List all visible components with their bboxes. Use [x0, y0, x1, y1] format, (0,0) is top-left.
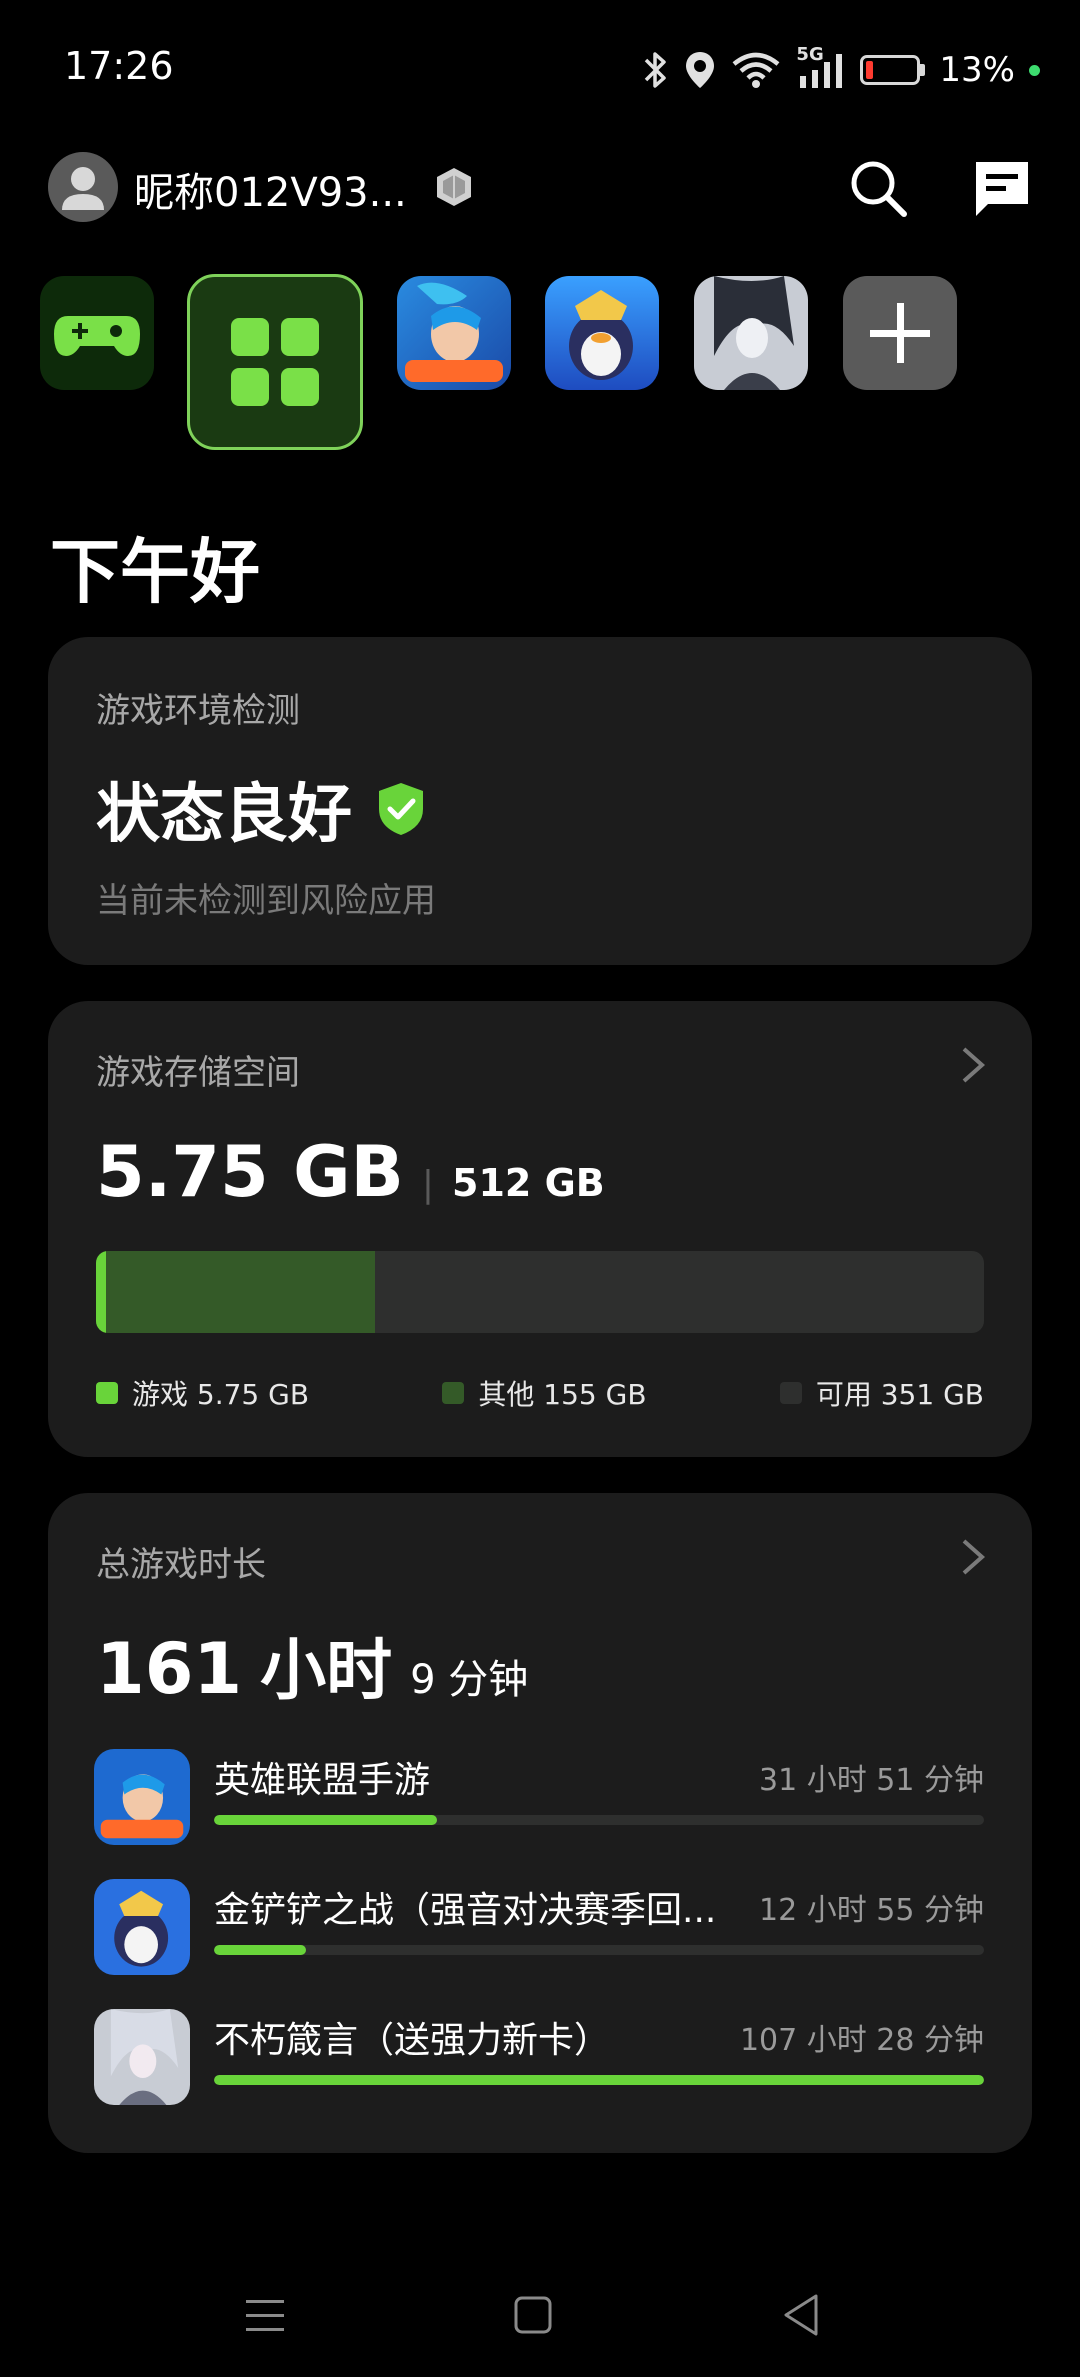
- legend-other: 其他 155 GB: [442, 1373, 647, 1413]
- env-status: 状态良好: [96, 778, 352, 852]
- battery-fill: [866, 61, 873, 79]
- grid-icon: [231, 318, 319, 406]
- storage-bar: [96, 1251, 984, 1333]
- game-progress-fill: [214, 1945, 307, 1955]
- env-check-card[interactable]: 游戏环境检测 状态良好 当前未检测到风险应用: [48, 637, 1032, 965]
- shield-check-icon: [379, 783, 423, 835]
- env-subtitle: 当前未检测到风险应用: [96, 881, 436, 921]
- game-progress: [214, 2075, 984, 2085]
- privacy-indicator-dot: [1029, 64, 1040, 76]
- message-icon[interactable]: [970, 156, 1034, 220]
- legend-games-label: 游戏 5.75 GB: [132, 1378, 310, 1411]
- battery-icon: [860, 55, 926, 85]
- game-progress-fill: [214, 1815, 438, 1825]
- search-icon[interactable]: [846, 156, 910, 220]
- back-icon[interactable]: [776, 2290, 826, 2340]
- game-time: 12 小时 55 分钟: [759, 1893, 984, 1928]
- game-progress-fill: [214, 2075, 984, 2085]
- all-games-tile[interactable]: [187, 274, 363, 450]
- avatar-icon: [62, 167, 104, 210]
- nickname[interactable]: 昵称012V93...: [134, 160, 407, 218]
- status-icons: 5G 13%: [642, 40, 1040, 100]
- legend-free-label: 可用 351 GB: [815, 1378, 984, 1411]
- storage-total: 512 GB: [452, 1161, 605, 1205]
- storage-bar-other: [96, 1251, 375, 1333]
- env-card-title: 游戏环境检测: [96, 691, 300, 731]
- game-time: 107 小时 28 分钟: [739, 2023, 984, 2058]
- game-time: 31 小时 51 分钟: [759, 1763, 984, 1798]
- league-of-legends-icon: [94, 1749, 190, 1845]
- tft-game[interactable]: [545, 276, 659, 390]
- league-of-legends-icon: [397, 276, 511, 390]
- add-game-tile[interactable]: [843, 276, 957, 390]
- controller-tile[interactable]: [40, 276, 154, 390]
- list-item[interactable]: [94, 2009, 190, 2105]
- playtime-card[interactable]: 总游戏时长 161 小时 9 分钟 英雄联盟手游 31 小时 51 分钟 金铲铲…: [48, 1493, 1032, 2153]
- list-item[interactable]: [94, 1879, 190, 1975]
- status-time: 17:26: [64, 44, 174, 88]
- league-of-legends-game[interactable]: [397, 276, 511, 390]
- legend-other-label: 其他 155 GB: [478, 1378, 647, 1411]
- bluetooth-icon: [645, 52, 667, 88]
- legend-games: 游戏 5.75 GB: [96, 1373, 309, 1413]
- list-item[interactable]: [94, 1749, 190, 1845]
- playtime-minutes: 9 分钟: [410, 1657, 529, 1703]
- tft-icon: [545, 276, 659, 390]
- storage-card-title: 游戏存储空间: [96, 1053, 300, 1093]
- game-name: 不朽箴言（送强力新卡）: [214, 2020, 611, 2061]
- storage-used: 5.75 GB: [96, 1131, 404, 1213]
- legend-other-swatch: [442, 1382, 465, 1404]
- chevron-right-icon[interactable]: [958, 1045, 988, 1085]
- add-icon: [870, 303, 930, 363]
- tft-icon: [94, 1879, 190, 1975]
- game-progress: [214, 1815, 984, 1825]
- legend-games-swatch: [96, 1382, 118, 1404]
- storage-separator: |: [421, 1164, 435, 1205]
- location-icon: [686, 52, 715, 88]
- playtime-hours-unit: 小时: [260, 1632, 393, 1709]
- game-name: 英雄联盟手游: [214, 1760, 431, 1801]
- immortal-game[interactable]: [694, 276, 808, 390]
- controller-icon: [54, 316, 140, 356]
- immortal-icon: [94, 2009, 190, 2105]
- avatar[interactable]: [48, 152, 118, 222]
- cellular-signal-icon: 5G: [796, 44, 846, 92]
- game-name: 金铲铲之战（强音对决赛季回...: [214, 1890, 717, 1931]
- storage-bar-games: [96, 1251, 106, 1333]
- home-icon[interactable]: [508, 2290, 558, 2340]
- storage-card[interactable]: 游戏存储空间 5.75 GB | 512 GB 游戏 5.75 GB 其他 15…: [48, 1001, 1032, 1457]
- hexagon-badge-icon[interactable]: [434, 166, 474, 208]
- legend-free: 可用 351 GB: [779, 1373, 984, 1413]
- battery-percent: 13%: [939, 50, 1015, 90]
- immortal-icon: [694, 276, 808, 390]
- chevron-right-icon[interactable]: [958, 1537, 988, 1577]
- game-progress: [214, 1945, 984, 1955]
- legend-free-swatch: [779, 1382, 802, 1404]
- playtime-hours: 161: [96, 1628, 243, 1710]
- storage-legend: 游戏 5.75 GB 其他 155 GB 可用 351 GB: [96, 1373, 984, 1413]
- menu-icon[interactable]: [240, 2290, 290, 2340]
- greeting: 下午好: [50, 531, 260, 613]
- playtime-card-title: 总游戏时长: [96, 1545, 266, 1585]
- wifi-icon: [732, 52, 780, 88]
